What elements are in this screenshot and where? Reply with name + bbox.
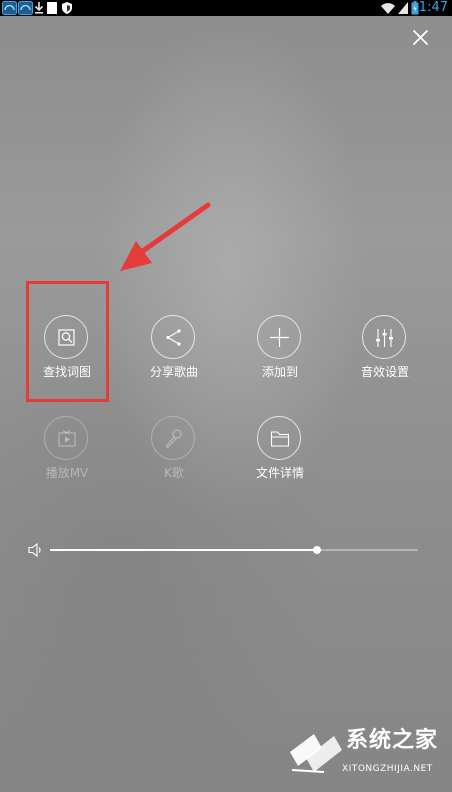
share-icon <box>151 315 195 359</box>
annotation-arrow <box>120 202 211 271</box>
watermark: 系统之家 XITONGZHIJIA.NET <box>284 710 448 788</box>
speaker-icon <box>28 542 41 558</box>
notification-app-icon <box>18 1 33 15</box>
add-icon <box>257 315 301 359</box>
wifi-icon <box>380 1 396 15</box>
sound-effect-settings-button[interactable]: 音效设置 <box>340 315 430 385</box>
volume-slider-fill <box>50 549 317 551</box>
karaoke-button[interactable]: K歌 <box>129 416 219 486</box>
play-mv-button[interactable]: 播放MV <box>22 416 112 486</box>
volume-slider[interactable] <box>50 546 418 554</box>
add-to-label: 添加到 <box>261 365 298 379</box>
equalizer-icon <box>362 315 406 359</box>
file-details-button[interactable]: 文件详情 <box>235 416 325 486</box>
status-time: 1:47 <box>418 0 448 15</box>
share-song-label: 分享歌曲 <box>149 365 198 379</box>
volume-slider-thumb[interactable] <box>312 546 321 554</box>
annotation-highlight-box <box>26 281 109 402</box>
play-mv-label: 播放MV <box>45 466 89 480</box>
file-details-label: 文件详情 <box>255 466 304 480</box>
shield-icon <box>47 1 57 15</box>
shield-icon <box>61 1 73 15</box>
play-mv-icon <box>44 416 88 460</box>
watermark-url: XITONGZHIJIA.NET <box>342 764 433 774</box>
status-bar: 1:47 <box>0 0 452 16</box>
close-button[interactable] <box>406 24 434 52</box>
battery-icon <box>411 1 419 15</box>
watermark-title: 系统之家 <box>346 728 439 753</box>
microphone-icon <box>151 416 195 460</box>
karaoke-label: K歌 <box>164 466 184 480</box>
signal-icon <box>397 1 409 15</box>
download-icon <box>34 1 44 15</box>
menu-overlay-background: 1:47 查找词图 分享歌曲 添加到 音效设置 播放MV K歌 文件详情 系统之… <box>0 0 452 792</box>
close-icon <box>413 30 428 45</box>
folder-icon <box>257 416 301 460</box>
sound-effect-settings-label: 音效设置 <box>360 365 409 379</box>
share-song-button[interactable]: 分享歌曲 <box>129 315 219 385</box>
watermark-logo-icon <box>290 734 342 773</box>
add-to-button[interactable]: 添加到 <box>235 315 325 385</box>
notification-app-icon <box>2 1 17 15</box>
